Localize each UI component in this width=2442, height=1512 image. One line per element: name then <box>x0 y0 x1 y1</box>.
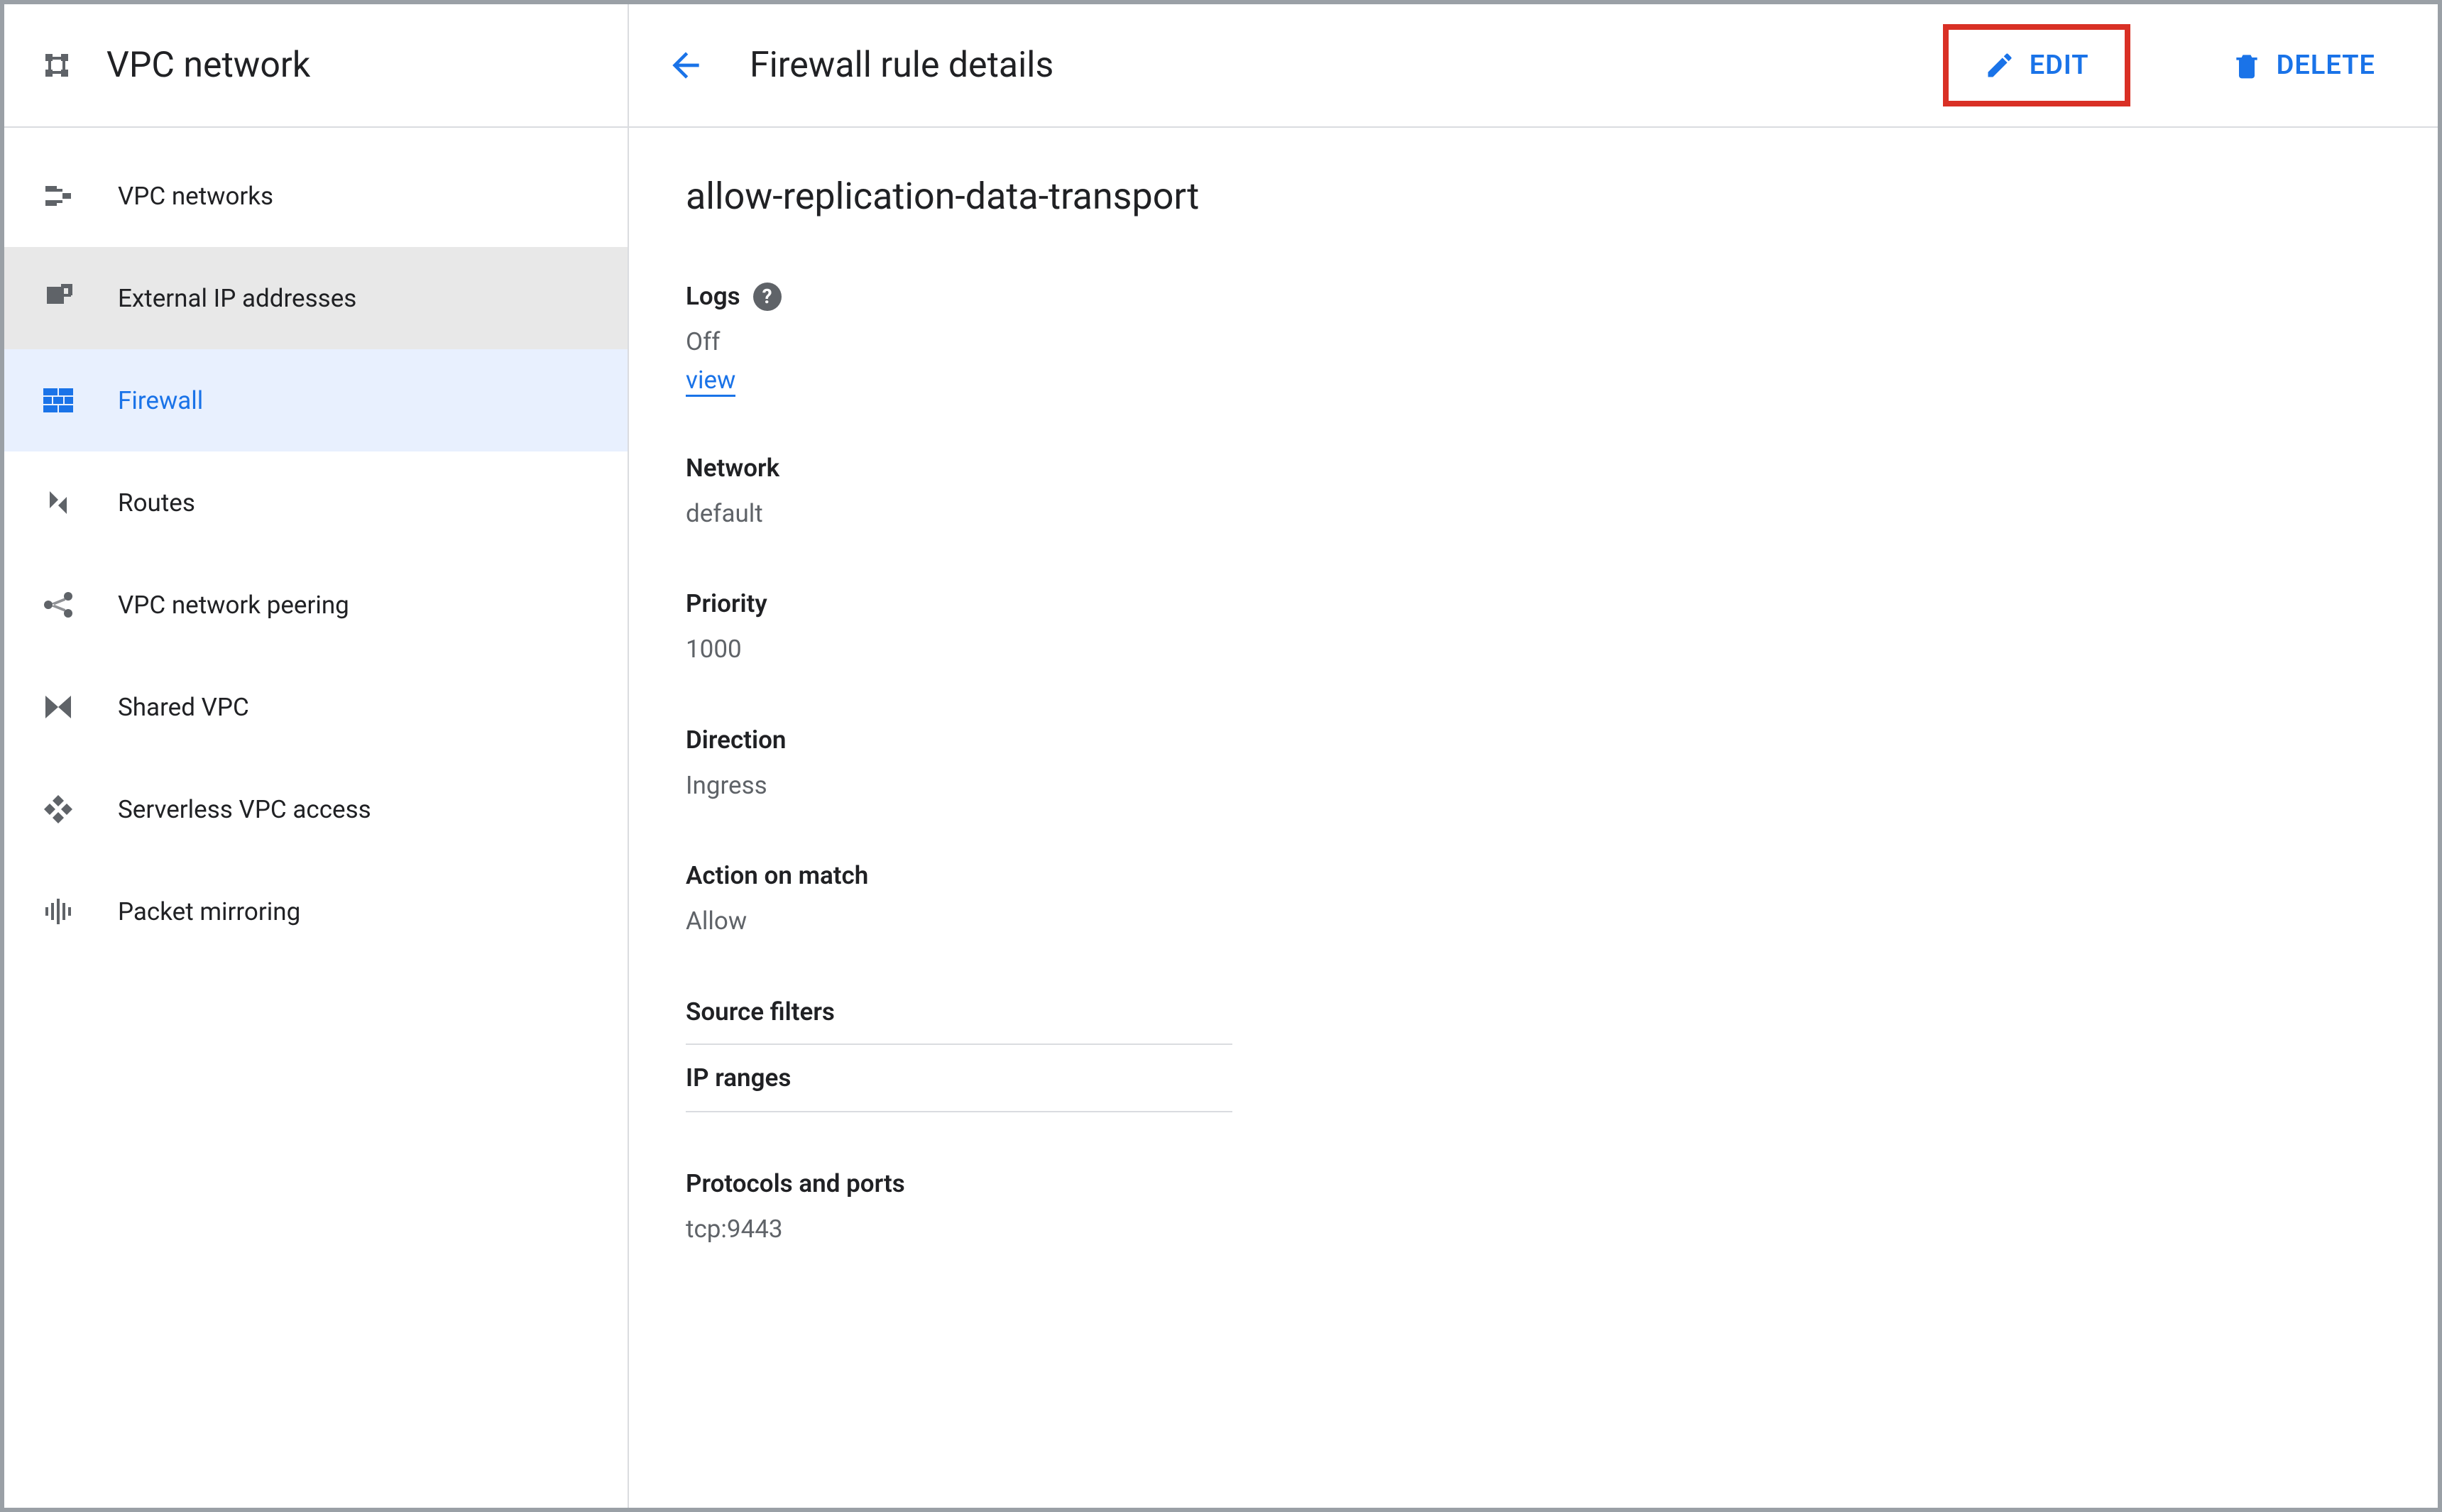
sidebar-item-label: Serverless VPC access <box>118 795 371 824</box>
serverless-icon <box>40 791 77 828</box>
edit-highlight: EDIT <box>1943 24 2130 106</box>
arrow-left-icon <box>666 45 706 85</box>
sidebar-item-peering[interactable]: VPC network peering <box>4 554 628 656</box>
page-title: Firewall rule details <box>750 45 1082 86</box>
sidebar: VPC network VPC networks External IP add… <box>4 4 629 1508</box>
edit-button[interactable]: EDIT <box>1964 37 2109 94</box>
sidebar-item-shared-vpc[interactable]: Shared VPC <box>4 656 628 758</box>
peering-icon <box>40 586 77 623</box>
direction-value: Ingress <box>686 767 2381 805</box>
field-source-filters: Source filters IP ranges <box>686 997 2381 1112</box>
sidebar-item-label: Packet mirroring <box>118 897 300 926</box>
network-value: default <box>686 495 2381 533</box>
sidebar-item-label: VPC networks <box>118 182 273 211</box>
content: allow-replication-data-transport Logs ? … <box>629 128 2438 1352</box>
delete-button[interactable]: DELETE <box>2211 37 2395 94</box>
shared-vpc-icon <box>40 689 77 725</box>
priority-label: Priority <box>686 589 2381 618</box>
field-action: Action on match Allow <box>686 861 2381 941</box>
field-direction: Direction Ingress <box>686 725 2381 805</box>
network-icon <box>40 177 77 214</box>
logs-label: Logs <box>686 282 740 311</box>
sidebar-item-firewall[interactable]: Firewall <box>4 349 628 451</box>
sidebar-item-external-ip[interactable]: External IP addresses <box>4 247 628 349</box>
help-icon[interactable]: ? <box>753 283 782 311</box>
field-logs: Logs ? Off view <box>686 282 2381 397</box>
sidebar-item-packet-mirroring[interactable]: Packet mirroring <box>4 860 628 963</box>
protocols-label: Protocols and ports <box>686 1169 2381 1198</box>
sidebar-item-routes[interactable]: Routes <box>4 451 628 554</box>
toolbar: Firewall rule details EDIT DELETE <box>629 4 2438 128</box>
direction-label: Direction <box>686 725 2381 755</box>
sidebar-item-label: VPC network peering <box>118 591 349 620</box>
field-network: Network default <box>686 454 2381 533</box>
ip-ranges-row: IP ranges <box>686 1043 1232 1112</box>
sidebar-item-label: Firewall <box>118 386 203 415</box>
network-label: Network <box>686 454 2381 483</box>
back-button[interactable] <box>660 40 711 91</box>
priority-value: 1000 <box>686 631 2381 669</box>
action-value: Allow <box>686 903 2381 941</box>
pencil-icon <box>1984 50 2015 81</box>
protocols-value: tcp:9443 <box>686 1211 2381 1249</box>
sidebar-item-label: External IP addresses <box>118 284 356 313</box>
packet-mirroring-icon <box>40 893 77 930</box>
rule-name: allow-replication-data-transport <box>686 175 2381 218</box>
external-ip-icon <box>40 280 77 317</box>
sidebar-item-vpc-networks[interactable]: VPC networks <box>4 145 628 247</box>
sidebar-header: VPC network <box>4 4 628 128</box>
field-protocols: Protocols and ports tcp:9443 <box>686 1169 2381 1249</box>
product-title: VPC network <box>106 45 310 86</box>
source-filters-label: Source filters <box>686 997 2381 1026</box>
logs-view-link[interactable]: view <box>686 366 735 397</box>
main: Firewall rule details EDIT DELETE allow-… <box>629 4 2438 1508</box>
firewall-icon <box>40 382 77 419</box>
action-label: Action on match <box>686 861 2381 890</box>
sidebar-item-label: Shared VPC <box>118 693 249 722</box>
field-priority: Priority 1000 <box>686 589 2381 669</box>
sidebar-item-label: Routes <box>118 488 195 517</box>
routes-icon <box>40 484 77 521</box>
sidebar-list: VPC networks External IP addresses Firew… <box>4 128 628 963</box>
edit-button-label: EDIT <box>2030 50 2089 81</box>
logs-value: Off <box>686 324 2381 361</box>
trash-icon <box>2231 50 2262 81</box>
sidebar-item-serverless[interactable]: Serverless VPC access <box>4 758 628 860</box>
vpc-product-icon <box>38 47 75 84</box>
delete-button-label: DELETE <box>2277 50 2375 81</box>
